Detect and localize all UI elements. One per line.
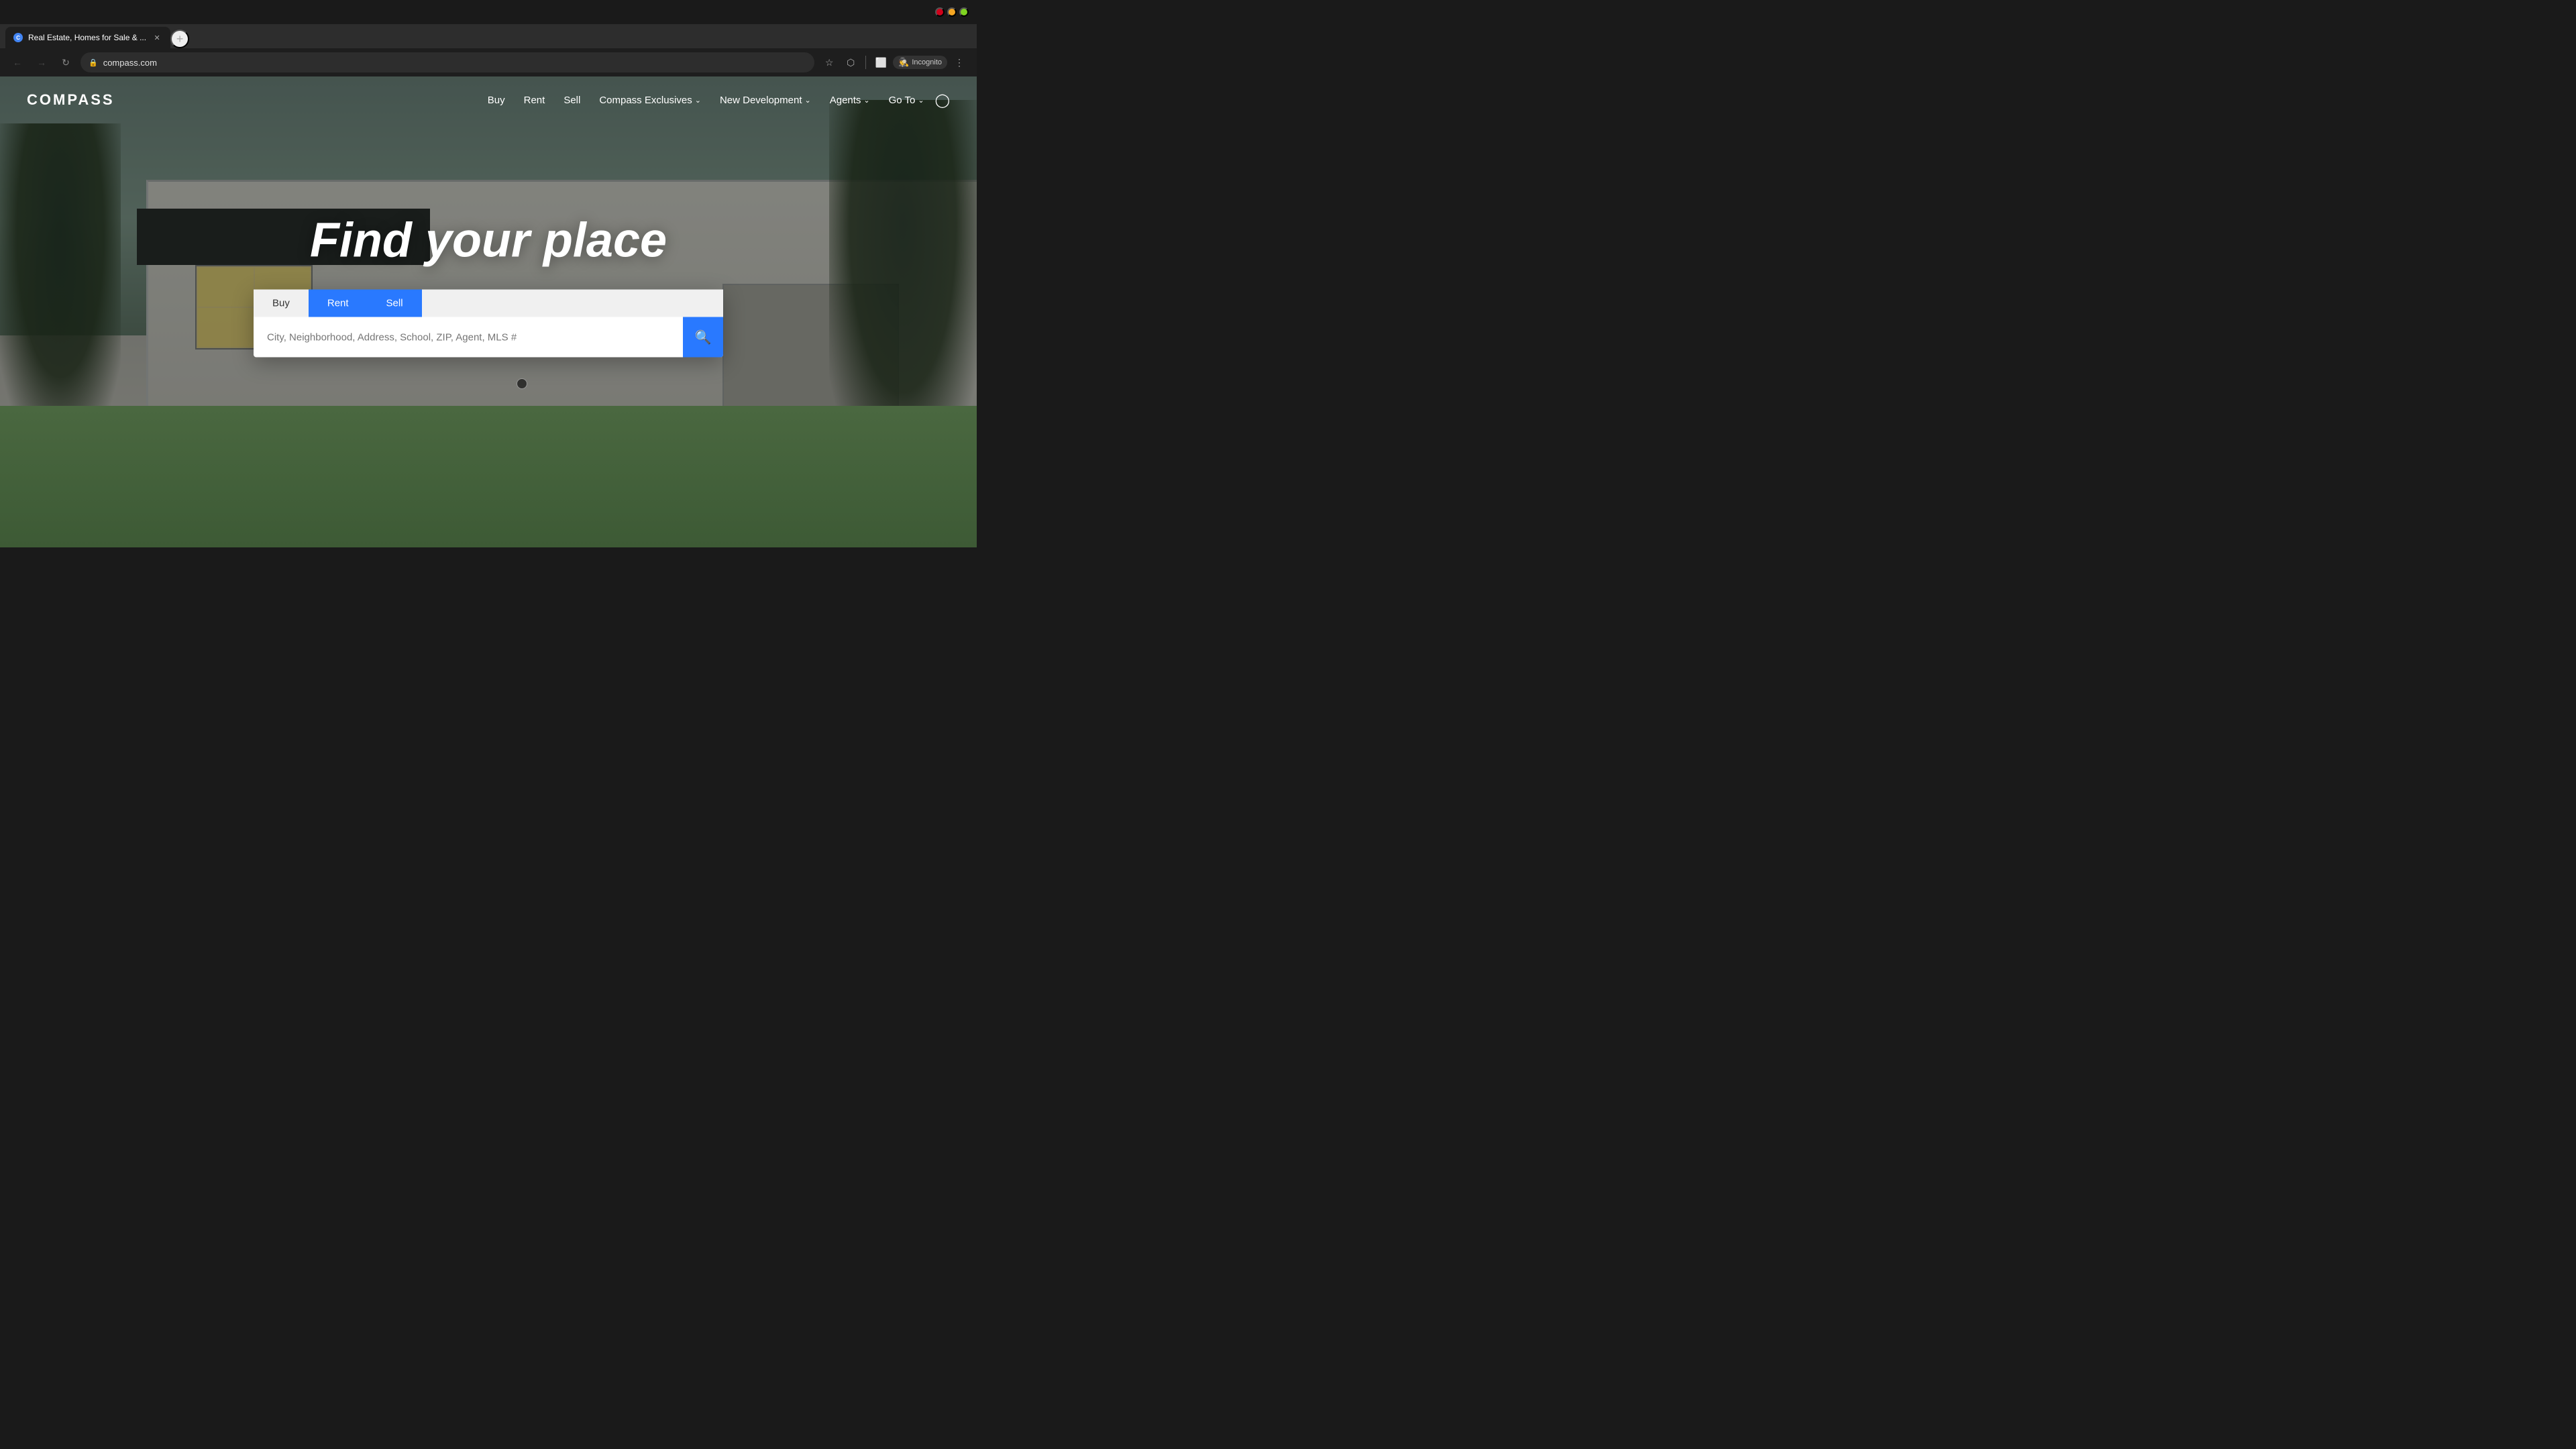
nav-compass-exclusives[interactable]: Compass Exclusives ⌄	[599, 95, 701, 106]
nav-goto[interactable]: Go To ⌄	[889, 95, 924, 106]
back-button[interactable]: ←	[8, 53, 27, 72]
minimize-window-button[interactable]: −	[947, 7, 957, 17]
tab-title: Real Estate, Homes for Sale & ...	[28, 33, 146, 42]
agents-chevron: ⌄	[863, 96, 869, 105]
nav-rent[interactable]: Rent	[524, 95, 545, 106]
tab-favicon: C	[13, 33, 23, 42]
title-bar: ✕ − +	[0, 0, 977, 24]
new-tab-button[interactable]: +	[170, 30, 189, 48]
search-box: Buy Rent Sell 🔍	[254, 290, 723, 358]
reload-button[interactable]: ↻	[56, 53, 75, 72]
compass-exclusives-chevron: ⌄	[695, 96, 701, 105]
incognito-badge: 🕵 Incognito	[893, 56, 947, 69]
hero-title: Find your place	[254, 213, 723, 268]
bookmark-button[interactable]: ☆	[820, 53, 839, 72]
site-logo[interactable]: COMPASS	[27, 91, 115, 109]
search-tab-rent[interactable]: Rent	[309, 290, 368, 317]
active-tab[interactable]: C Real Estate, Homes for Sale & ... ✕	[5, 27, 170, 48]
address-bar-row: ← → ↻ 🔒 compass.com ☆ ⬡ ⬜ 🕵 Incognito ⋮	[0, 48, 977, 76]
nav-links: Buy Rent Sell Compass Exclusives ⌄ New D…	[488, 95, 924, 106]
menu-button[interactable]: ⋮	[950, 53, 969, 72]
search-icon: 🔍	[695, 329, 712, 345]
nav-buy[interactable]: Buy	[488, 95, 505, 106]
hero-content: Find your place Buy Rent Sell 🔍	[254, 213, 723, 358]
divider	[865, 56, 866, 69]
toolbar-icons: ☆ ⬡ ⬜ 🕵 Incognito ⋮	[820, 53, 969, 72]
incognito-icon: 🕵	[898, 57, 909, 68]
nav-sell[interactable]: Sell	[564, 95, 580, 106]
close-window-button[interactable]: ✕	[935, 7, 945, 17]
cast-button[interactable]: ⬜	[871, 53, 890, 72]
search-tab-sell[interactable]: Sell	[368, 290, 422, 317]
goto-chevron: ⌄	[918, 96, 924, 105]
user-profile-button[interactable]: ◯	[935, 92, 950, 109]
maximize-window-button[interactable]: +	[959, 7, 969, 17]
url-text: compass.com	[103, 58, 157, 68]
site-navigation: COMPASS Buy Rent Sell Compass Exclusives…	[0, 76, 977, 123]
window-controls: ✕ − +	[935, 7, 969, 17]
browser-chrome: ✕ − + C Real Estate, Homes for Sale & ..…	[0, 0, 977, 76]
extensions-button[interactable]: ⬡	[841, 53, 860, 72]
search-button[interactable]: 🔍	[683, 317, 723, 358]
search-tab-buy[interactable]: Buy	[254, 290, 309, 317]
forward-button[interactable]: →	[32, 53, 51, 72]
website: COMPASS Buy Rent Sell Compass Exclusives…	[0, 76, 977, 547]
search-input[interactable]	[254, 319, 683, 355]
nav-agents[interactable]: Agents ⌄	[830, 95, 870, 106]
incognito-label: Incognito	[912, 58, 942, 66]
nav-new-development[interactable]: New Development ⌄	[720, 95, 811, 106]
tab-close-button[interactable]: ✕	[152, 32, 162, 43]
new-development-chevron: ⌄	[805, 96, 811, 105]
secure-icon: 🔒	[89, 58, 98, 67]
tab-bar: C Real Estate, Homes for Sale & ... ✕ +	[0, 24, 977, 48]
address-bar[interactable]: 🔒 compass.com	[80, 52, 814, 72]
search-input-row: 🔍	[254, 317, 723, 358]
search-tabs: Buy Rent Sell	[254, 290, 723, 317]
